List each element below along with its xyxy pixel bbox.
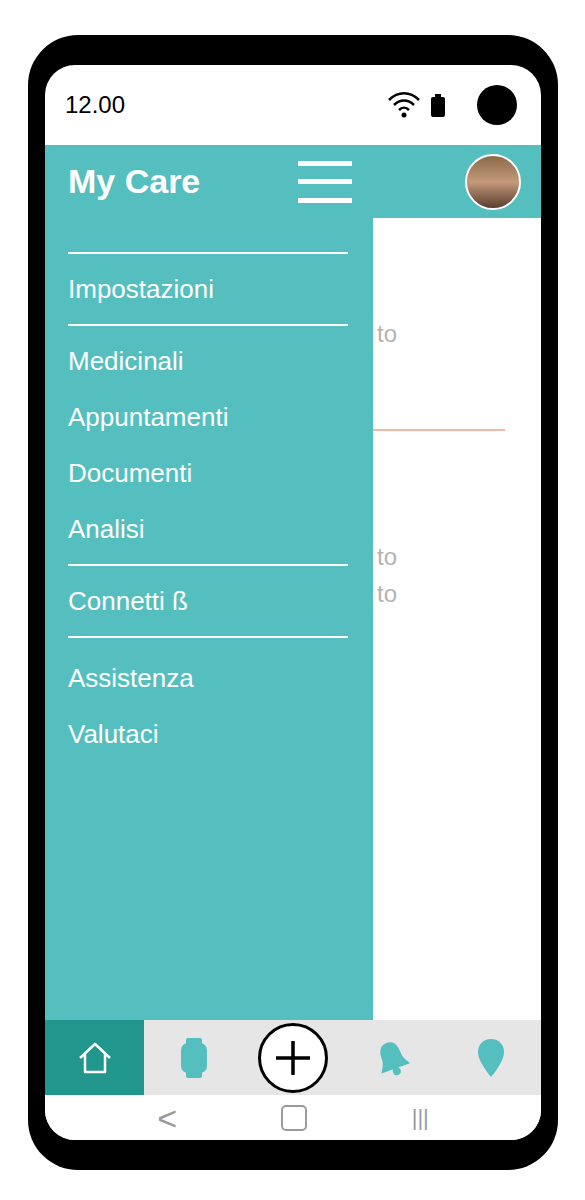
phone-screen: 12.00tototoMy CareImpostazioniMedicinali…: [45, 65, 541, 1140]
menu-item[interactable]: Documenti: [68, 445, 348, 501]
location-pin-icon: [476, 1037, 506, 1079]
content-line: to: [377, 315, 541, 352]
hamburger-icon[interactable]: [298, 159, 352, 205]
bottom-nav-tab[interactable]: [45, 1020, 144, 1095]
menu-item[interactable]: Impostazioni: [68, 261, 348, 317]
menu-item[interactable]: Valutaci: [68, 706, 348, 762]
menu-group: Connetti ß: [68, 564, 348, 636]
main-area: tototoMy CareImpostazioniMedicinaliAppun…: [45, 145, 541, 1020]
back-button[interactable]: <: [157, 1098, 177, 1138]
recents-button[interactable]: |||: [412, 1103, 429, 1133]
page: 12.00tototoMy CareImpostazioniMedicinali…: [0, 0, 585, 1200]
bottom-nav: [45, 1020, 541, 1095]
menu-item[interactable]: Connetti ß: [68, 573, 348, 629]
menu-divider: [68, 636, 348, 638]
drawer: My Care Impostazioni MedicinaliAppuntament…: [45, 145, 373, 1020]
content-separator: [373, 429, 505, 431]
menu-group-items: Impostazioni: [68, 254, 348, 324]
bottom-nav-tab[interactable]: [144, 1020, 243, 1095]
app-title: My Care: [68, 156, 200, 207]
menu-divider: [68, 324, 348, 326]
menu-divider: [68, 564, 348, 566]
menu-group-items: MedicinaliAppuntamentiDocumentiAnalisi: [68, 326, 348, 564]
plus-icon: [273, 1038, 313, 1078]
wifi-icon: [387, 90, 421, 120]
menu-item[interactable]: Appuntamenti: [68, 389, 348, 445]
bottom-nav-tab[interactable]: [243, 1020, 342, 1095]
menu-divider: [68, 252, 348, 254]
bottom-nav-tab[interactable]: [343, 1020, 442, 1095]
content-line: to: [377, 538, 541, 575]
drawer-header: My Care: [45, 145, 373, 218]
menu-group: Impostazioni: [68, 252, 348, 324]
drawer-menu: Impostazioni MedicinaliAppuntamentiDocume…: [45, 252, 348, 762]
menu-item[interactable]: Analisi: [68, 501, 348, 557]
battery-body: [431, 97, 445, 117]
menu-group-items: AssistenzaValutaci: [68, 638, 348, 762]
system-nav: < |||: [45, 1095, 541, 1140]
menu-group: AssistenzaValutaci: [68, 636, 348, 762]
content-line: to: [377, 575, 541, 612]
bell-icon: [373, 1038, 411, 1078]
avatar[interactable]: [465, 154, 521, 210]
battery-icon: [431, 94, 445, 117]
status-bar: 12.00: [45, 65, 541, 145]
camera-hole: [477, 85, 517, 125]
bottom-nav-tab[interactable]: [442, 1020, 541, 1095]
watch-icon: [178, 1037, 210, 1079]
menu-group-items: Connetti ß: [68, 566, 348, 636]
home-icon: [75, 1038, 115, 1078]
menu-item[interactable]: Assistenza: [68, 650, 348, 706]
status-time: 12.00: [65, 87, 125, 123]
add-button-circle: [258, 1023, 328, 1093]
menu-item[interactable]: Medicinali: [68, 333, 348, 389]
phone-frame: 12.00tototoMy CareImpostazioniMedicinali…: [28, 35, 558, 1170]
home-button[interactable]: [281, 1105, 307, 1131]
menu-group: MedicinaliAppuntamentiDocumentiAnalisi: [68, 324, 348, 564]
